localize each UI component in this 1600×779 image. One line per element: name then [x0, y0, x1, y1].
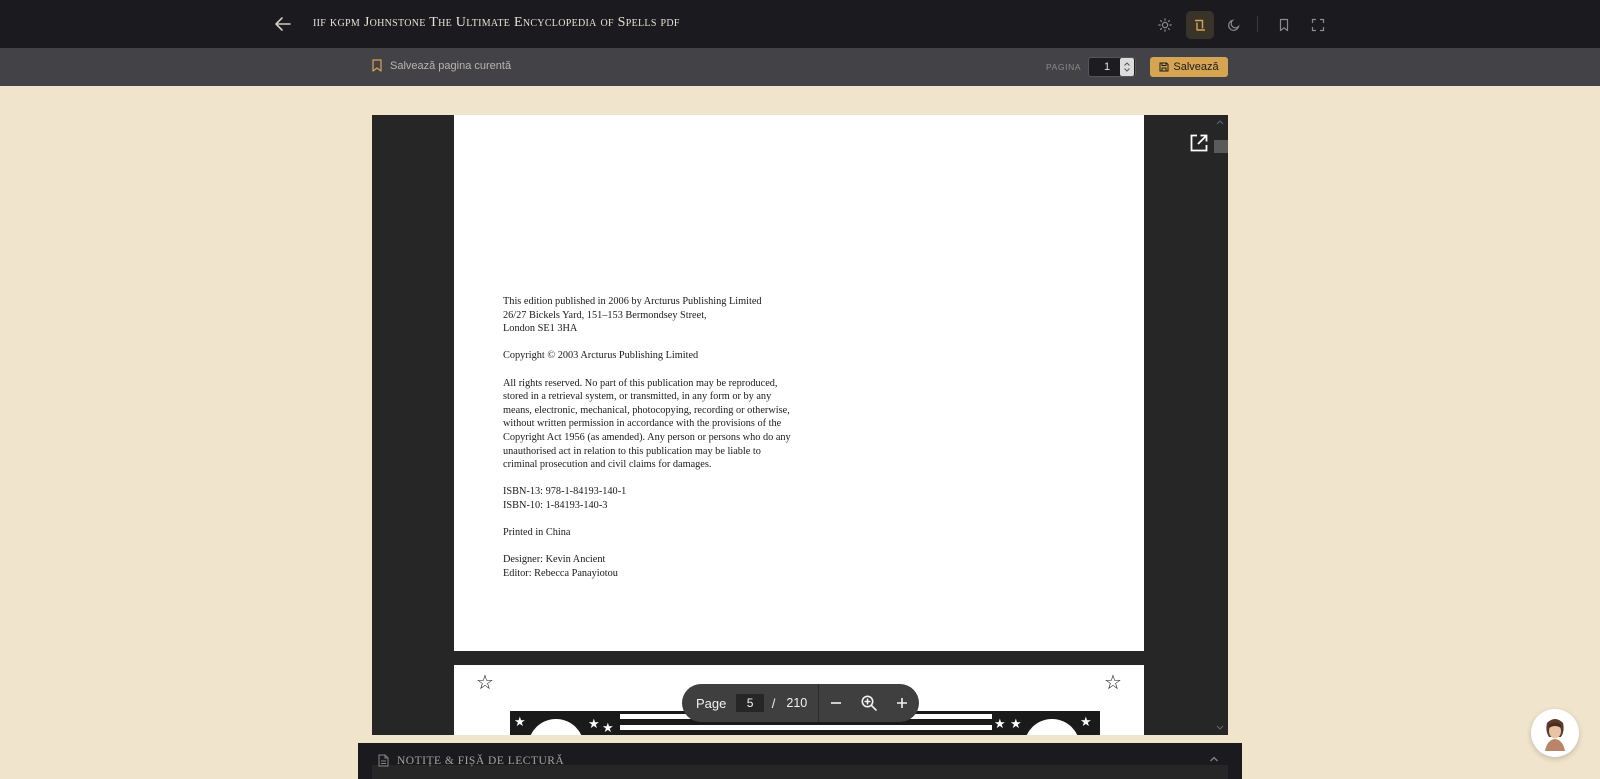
- save-button[interactable]: Salvează: [1150, 57, 1228, 77]
- open-external-button[interactable]: [1188, 132, 1210, 154]
- toolbar-divider: [1257, 16, 1258, 32]
- scrollbar-thumb[interactable]: [1214, 140, 1228, 153]
- pdf-page: This edition published in 2006 by Arctur…: [454, 115, 1144, 651]
- scroll-up-icon[interactable]: [1212, 117, 1228, 127]
- save-current-page-button[interactable]: Salvează pagina curentă: [372, 59, 511, 72]
- fullscreen-icon: [1311, 18, 1325, 32]
- chevron-down-icon[interactable]: [1124, 68, 1130, 72]
- moon-disc-icon: [528, 719, 584, 735]
- star-icon: ★: [994, 716, 1006, 731]
- floppy-disk-icon: [1159, 62, 1169, 72]
- star-icon: ★: [1080, 714, 1092, 729]
- scroll-down-icon[interactable]: [1212, 723, 1228, 733]
- document-title: iif kgpm Johnstone The Ultimate Encyclop…: [313, 15, 680, 30]
- pdf-viewer[interactable]: This edition published in 2006 by Arctur…: [372, 115, 1228, 735]
- chevron-up-icon[interactable]: [1208, 753, 1220, 765]
- star-icon: ★: [602, 720, 614, 735]
- vertical-scrollbar[interactable]: [1212, 115, 1228, 735]
- rights-paragraph: All rights reserved. No part of this pub…: [503, 377, 791, 471]
- open-external-icon: [1190, 134, 1208, 152]
- sepia-mode-icon: [1195, 19, 1205, 31]
- bookmark-icon: [372, 59, 382, 72]
- total-pages: 210: [786, 696, 808, 710]
- star-icon: ★: [1010, 716, 1022, 731]
- page-field-label: PAGINA: [1046, 62, 1082, 72]
- moon-icon: [1228, 19, 1240, 31]
- moon-disc-icon: [1024, 719, 1080, 735]
- pentagram-icon: ☆: [1104, 672, 1122, 694]
- star-icon: ★: [588, 716, 600, 731]
- minus-icon: [830, 702, 841, 704]
- page-stepper[interactable]: [1120, 58, 1134, 76]
- top-bar: iif kgpm Johnstone The Ultimate Encyclop…: [0, 0, 1600, 48]
- light-mode-button[interactable]: [1151, 11, 1179, 39]
- sepia-mode-button[interactable]: [1186, 11, 1214, 39]
- notes-panel-body: [372, 765, 1228, 779]
- sun-icon: [1158, 18, 1172, 32]
- copyright-text: This edition published in 2006 by Arctur…: [503, 295, 863, 594]
- bookmark-icon: [1279, 18, 1289, 32]
- copyright-line: Copyright © 2003 Arcturus Publishing Lim…: [503, 350, 699, 362]
- page-separator: /: [771, 695, 776, 711]
- page-label: Page: [696, 695, 727, 711]
- notes-panel-toggle[interactable]: NOTIȚE & FIȘĂ DE LECTURĂ: [378, 754, 564, 767]
- notes-panel-label: NOTIȚE & FIȘĂ DE LECTURĂ: [397, 754, 565, 767]
- document-icon: [378, 754, 389, 767]
- current-page-input[interactable]: 5: [736, 694, 764, 712]
- pdf-zoom-toolbar: Page 5 / 210: [682, 684, 919, 722]
- notes-panel-bar[interactable]: NOTIȚE & FIȘĂ DE LECTURĂ: [358, 743, 1242, 779]
- publisher-address: This edition published in 2006 by Arctur…: [503, 296, 762, 335]
- arrow-left-icon: [275, 17, 291, 31]
- back-button[interactable]: [272, 14, 294, 34]
- star-icon: ★: [514, 714, 526, 729]
- printed-line: Printed in China: [503, 527, 571, 539]
- pentagram-icon: ☆: [476, 672, 494, 694]
- zoom-reset-button[interactable]: [853, 684, 886, 722]
- banner-stripe: [620, 725, 992, 730]
- assistant-avatar-button[interactable]: [1531, 709, 1579, 757]
- save-current-page-label: Salvează pagina curentă: [390, 59, 512, 72]
- zoom-out-button[interactable]: [819, 684, 852, 722]
- zoom-magnifier-icon: [861, 695, 877, 711]
- save-button-label: Salvează: [1173, 61, 1219, 73]
- assistant-avatar-icon: [1545, 719, 1565, 751]
- bookmark-button[interactable]: [1270, 11, 1298, 39]
- dark-mode-button[interactable]: [1220, 11, 1248, 39]
- fullscreen-button[interactable]: [1304, 11, 1332, 39]
- chevron-up-icon[interactable]: [1124, 62, 1130, 66]
- credits-lines: Designer: Kevin Ancient Editor: Rebecca …: [503, 554, 618, 579]
- plus-icon: [897, 698, 908, 708]
- zoom-in-button[interactable]: [886, 684, 919, 722]
- save-bar: Salvează pagina curentă PAGINA 1 Salveaz…: [0, 48, 1600, 86]
- isbn-lines: ISBN-13: 978-1-84193-140-1 ISBN-10: 1-84…: [503, 486, 627, 511]
